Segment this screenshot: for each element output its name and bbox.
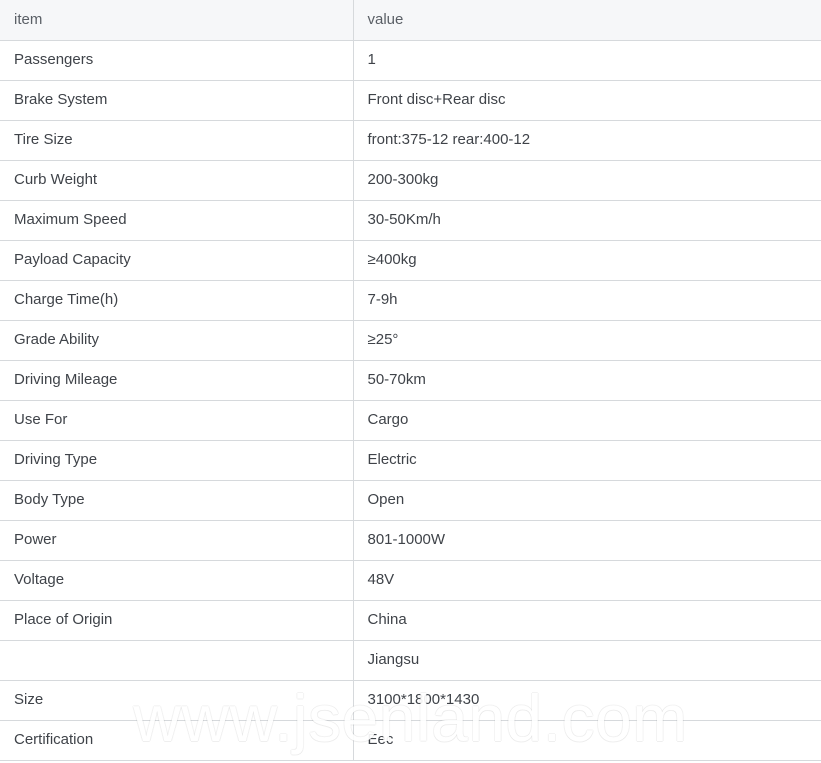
table-row: Driving Mileage 50-70km (0, 360, 821, 401)
cell-value: Open (353, 480, 821, 521)
table-row: Grade Ability ≥25° (0, 320, 821, 361)
table-row: Jiangsu (0, 640, 821, 681)
cell-item: Tire Size (0, 120, 354, 161)
table-body: Passengers 1 Brake System Front disc+Rear d… (0, 40, 821, 761)
table-header: item value (0, 0, 821, 41)
cell-item: Use For (0, 400, 354, 441)
table-row: Payload Capacity ≥400kg (0, 240, 821, 281)
cell-value: Eec (353, 720, 821, 761)
cell-value: 7-9h (353, 280, 821, 321)
specification-table-container: item value Passengers 1 Brake System Front … (0, 0, 821, 763)
table-row: Charge Time(h) 7-9h (0, 280, 821, 321)
cell-value: 200-300kg (353, 160, 821, 201)
cell-item: Place of Origin (0, 600, 354, 641)
column-header-value: value (353, 0, 821, 41)
cell-item: Body Type (0, 480, 354, 521)
table-row: Passengers 1 (0, 40, 821, 81)
cell-item: Grade Ability (0, 320, 354, 361)
table-row: Power 801-1000W (0, 520, 821, 561)
cell-item (0, 640, 354, 681)
cell-value: 801-1000W (353, 520, 821, 561)
cell-item: Power (0, 520, 354, 561)
cell-value: 50-70km (353, 360, 821, 401)
table-row: Tire Size front:375-12 rear:400-12 (0, 120, 821, 161)
table-row: Body Type Open (0, 480, 821, 521)
cell-item: Passengers (0, 40, 354, 81)
cell-value: front:375-12 rear:400-12 (353, 120, 821, 161)
cell-value: ≥25° (353, 320, 821, 361)
cell-item: Voltage (0, 560, 354, 601)
table-row: Use For Cargo (0, 400, 821, 441)
cell-value: ≥400kg (353, 240, 821, 281)
table-row: Size 3100*1800*1430 (0, 680, 821, 721)
table-row: Certification Eec (0, 720, 821, 761)
table-row: Curb Weight 200-300kg (0, 160, 821, 201)
cell-value: China (353, 600, 821, 641)
table-header-row: item value (0, 0, 821, 41)
column-header-item: item (0, 0, 354, 41)
cell-value: Electric (353, 440, 821, 481)
cell-item: Payload Capacity (0, 240, 354, 281)
specification-table: item value Passengers 1 Brake System Front … (0, 0, 821, 761)
cell-value: 48V (353, 560, 821, 601)
cell-item: Charge Time(h) (0, 280, 354, 321)
table-row: Voltage 48V (0, 560, 821, 601)
cell-item: Driving Mileage (0, 360, 354, 401)
cell-item: Curb Weight (0, 160, 354, 201)
cell-item: Size (0, 680, 354, 721)
cell-value: Jiangsu (353, 640, 821, 681)
cell-item: Maximum Speed (0, 200, 354, 241)
cell-item: Certification (0, 720, 354, 761)
table-row: Place of Origin China (0, 600, 821, 641)
cell-value: Front disc+Rear disc (353, 80, 821, 121)
cell-item: Driving Type (0, 440, 354, 481)
cell-item: Brake System (0, 80, 354, 121)
cell-value: 30-50Km/h (353, 200, 821, 241)
cell-value: 3100*1800*1430 (353, 680, 821, 721)
cell-value: Cargo (353, 400, 821, 441)
table-row: Brake System Front disc+Rear disc (0, 80, 821, 121)
table-row: Driving Type Electric (0, 440, 821, 481)
cell-value: 1 (353, 40, 821, 81)
table-row: Maximum Speed 30-50Km/h (0, 200, 821, 241)
